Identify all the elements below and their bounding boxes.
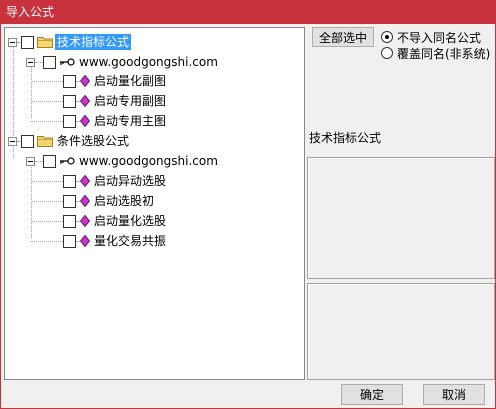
ok-button[interactable]: 确定	[341, 384, 403, 405]
folder-icon	[37, 36, 53, 48]
radio-skip-duplicates[interactable]	[381, 31, 393, 43]
option-label: 不导入同名公式	[397, 30, 482, 45]
tree-leaf[interactable]: 启动量化副图	[31, 71, 168, 91]
site-checkbox[interactable]	[43, 154, 56, 168]
title-bar: 导入公式	[0, 0, 496, 24]
group-checkbox[interactable]	[21, 134, 34, 148]
tree-group-stock-picking[interactable]: 条件选股公式	[8, 131, 131, 151]
formula-tree[interactable]: 技术指标公式 www.goodgongshi.com 启动量化副图 启动专用副图…	[4, 27, 305, 380]
tree-leaf[interactable]: 启动专用副图	[31, 91, 168, 111]
leaf-checkbox[interactable]	[63, 94, 76, 108]
leaf-checkbox[interactable]	[63, 214, 76, 228]
group-label[interactable]: 技术指标公式	[55, 34, 132, 50]
window-title: 导入公式	[6, 5, 55, 19]
leaf-checkbox[interactable]	[63, 174, 76, 188]
formula-gem-icon	[80, 115, 90, 127]
leaf-label[interactable]: 启动量化选股	[92, 213, 168, 229]
leaf-checkbox[interactable]	[63, 194, 76, 208]
formula-gem-icon	[80, 175, 90, 187]
preview-panel	[307, 283, 495, 380]
tree-leaf[interactable]: 启动量化选股	[31, 211, 168, 231]
select-all-button[interactable]: 全部选中	[312, 27, 374, 47]
leaf-label[interactable]: 启动专用副图	[92, 93, 168, 109]
formula-gem-icon	[80, 95, 90, 107]
leaf-checkbox[interactable]	[63, 114, 76, 128]
formula-gem-icon	[80, 195, 90, 207]
leaf-checkbox[interactable]	[63, 234, 76, 248]
leaf-label[interactable]: 启动量化副图	[92, 73, 168, 89]
tree-leaf[interactable]: 启动专用主图	[31, 111, 168, 131]
site-label[interactable]: www.goodgongshi.com	[77, 153, 220, 169]
site-checkbox[interactable]	[43, 55, 56, 69]
collapse-icon[interactable]	[8, 37, 17, 47]
option-label: 覆盖同名(非系统)	[397, 46, 491, 61]
tree-site-node[interactable]: www.goodgongshi.com	[26, 52, 220, 72]
tree-leaf[interactable]: 量化交易共振	[31, 231, 168, 251]
leaf-checkbox[interactable]	[63, 74, 76, 88]
tree-leaf[interactable]: 启动选股初	[31, 191, 156, 211]
formula-type-label: 技术指标公式	[309, 131, 382, 145]
leaf-label[interactable]: 启动异动选股	[92, 173, 168, 189]
key-icon	[59, 57, 75, 67]
dialog-body: 技术指标公式 www.goodgongshi.com 启动量化副图 启动专用副图…	[0, 24, 496, 409]
option-overwrite-duplicates[interactable]: 覆盖同名(非系统)	[381, 45, 490, 61]
leaf-label[interactable]: 启动专用主图	[92, 113, 168, 129]
key-icon	[59, 156, 75, 166]
radio-overwrite-duplicates[interactable]	[381, 47, 393, 59]
option-skip-duplicates[interactable]: 不导入同名公式	[381, 29, 481, 45]
description-panel	[307, 157, 495, 279]
group-label[interactable]: 条件选股公式	[55, 133, 131, 149]
tree-leaf[interactable]: 启动异动选股	[31, 171, 168, 191]
cancel-button[interactable]: 取消	[423, 384, 485, 405]
collapse-icon[interactable]	[26, 156, 35, 166]
tree-site-node[interactable]: www.goodgongshi.com	[26, 151, 220, 171]
folder-icon	[37, 135, 53, 147]
tree-group-technical[interactable]: 技术指标公式	[8, 32, 132, 52]
leaf-label[interactable]: 启动选股初	[92, 193, 156, 209]
group-checkbox[interactable]	[21, 35, 34, 49]
site-label[interactable]: www.goodgongshi.com	[77, 54, 220, 70]
collapse-icon[interactable]	[8, 136, 17, 146]
formula-gem-icon	[80, 235, 90, 247]
collapse-icon[interactable]	[26, 57, 35, 67]
formula-gem-icon	[80, 75, 90, 87]
formula-gem-icon	[80, 215, 90, 227]
tree-line	[13, 42, 14, 140]
leaf-label[interactable]: 量化交易共振	[92, 233, 168, 249]
